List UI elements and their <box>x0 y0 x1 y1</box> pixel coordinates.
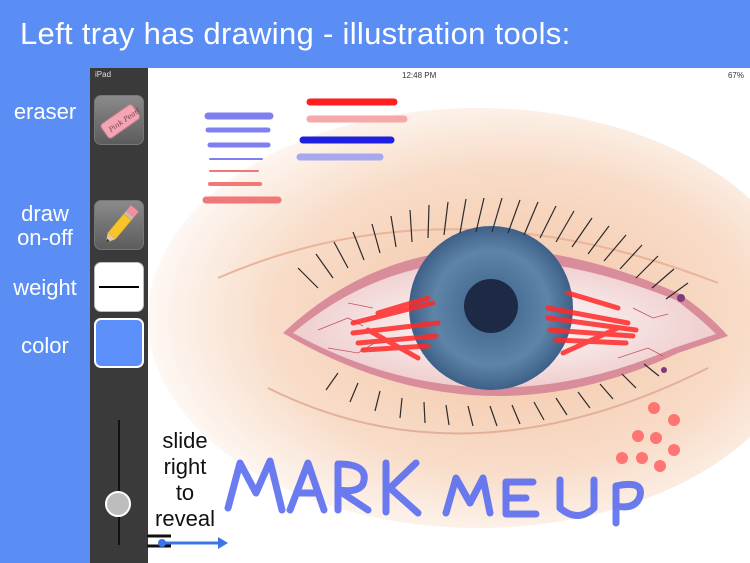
weight-button[interactable] <box>94 262 144 312</box>
transparency-slider-track[interactable] <box>118 420 120 545</box>
slide-hint: slide right to reveal <box>150 428 220 532</box>
line-weight-icon <box>99 286 139 288</box>
slide-hint-line: right <box>163 454 207 479</box>
eraser-icon: Pink Pearl <box>100 104 142 139</box>
slide-hint-line: reveal <box>155 506 215 531</box>
weight-label: weight <box>13 275 77 300</box>
slide-right-arrow-icon <box>158 537 228 549</box>
tool-labels: eraser draw on-off weight color transpar… <box>0 68 90 563</box>
eraser-button[interactable]: Pink Pearl <box>94 95 144 145</box>
status-bar: 12:48 PM 67% <box>148 68 750 82</box>
color-button[interactable] <box>94 318 144 368</box>
banner: Left tray has drawing - illustration too… <box>0 0 750 68</box>
transparency-slider-thumb[interactable] <box>105 491 131 517</box>
slide-hint-line: to <box>175 480 195 505</box>
draw-toggle-button[interactable] <box>94 200 144 250</box>
eye-illustration <box>148 98 750 528</box>
draw-label: draw <box>21 201 69 226</box>
eraser-label: eraser <box>13 99 77 124</box>
banner-title: Left tray has drawing - illustration too… <box>20 16 571 51</box>
slide-hint-line: slide <box>162 428 208 453</box>
drawing-canvas[interactable] <box>148 68 750 563</box>
on-off-label: on-off <box>17 225 73 250</box>
device-label: iPad <box>95 70 112 79</box>
status-time: 12:48 PM <box>402 71 437 80</box>
pencil-icon <box>105 205 139 243</box>
color-label: color <box>21 333 69 358</box>
status-battery: 67% <box>727 71 744 80</box>
